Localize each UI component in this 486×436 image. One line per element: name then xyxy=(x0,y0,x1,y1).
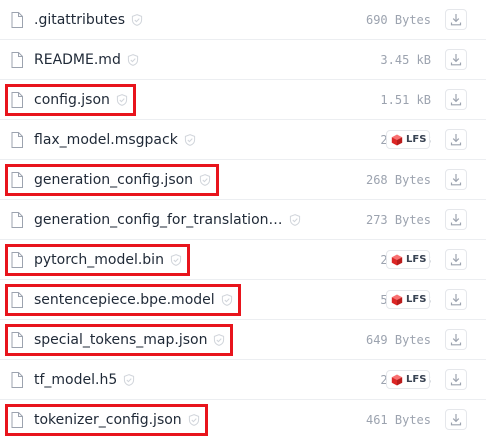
download-icon xyxy=(450,173,462,186)
file-row: flax_model.msgpack 2.44 GB LFS xyxy=(0,120,486,160)
download-button[interactable] xyxy=(445,89,467,110)
file-row: config.json 1.51 kB xyxy=(0,80,486,120)
file-icon xyxy=(11,92,23,108)
safe-check-icon xyxy=(123,374,135,386)
file-name-link[interactable]: tokenizer_config.json xyxy=(34,400,182,436)
download-icon xyxy=(450,93,462,106)
safe-check-icon xyxy=(221,294,233,306)
file-size: 649 Bytes xyxy=(365,333,431,347)
file-name-link[interactable]: tf_model.h5 xyxy=(34,360,117,400)
file-row: tf_model.h5 2.45 GB LFS xyxy=(0,360,486,400)
download-icon xyxy=(450,53,462,66)
file-size: 268 Bytes xyxy=(365,173,431,187)
lfs-cube-icon xyxy=(391,374,403,386)
lfs-badge[interactable]: LFS xyxy=(386,290,430,309)
download-icon xyxy=(450,293,462,306)
file-size: 690 Bytes xyxy=(365,13,431,27)
safe-check-icon xyxy=(199,174,211,186)
lfs-cube-icon xyxy=(391,254,403,266)
file-icon xyxy=(11,252,23,268)
file-name-link[interactable]: pytorch_model.bin xyxy=(34,240,164,280)
download-button[interactable] xyxy=(445,249,467,270)
file-row: pytorch_model.bin 2.44 GB LFS xyxy=(0,240,486,280)
download-button[interactable] xyxy=(445,409,467,430)
file-row: generation_config.json 268 Bytes xyxy=(0,160,486,200)
safe-check-icon xyxy=(184,134,196,146)
lfs-label: LFS xyxy=(406,134,427,145)
file-row: sentencepiece.bpe.model 5.07 MB LFS xyxy=(0,280,486,320)
download-button[interactable] xyxy=(445,209,467,230)
safe-check-icon xyxy=(170,254,182,266)
lfs-cube-icon xyxy=(391,134,403,146)
safe-check-icon xyxy=(188,414,200,426)
file-icon xyxy=(11,412,23,428)
file-size: 461 Bytes xyxy=(365,413,431,427)
file-icon xyxy=(11,132,23,148)
file-icon xyxy=(11,12,23,28)
lfs-label: LFS xyxy=(406,374,427,385)
file-icon xyxy=(11,52,23,68)
file-name-link[interactable]: special_tokens_map.json xyxy=(34,320,207,360)
file-name-link[interactable]: sentencepiece.bpe.model xyxy=(34,280,215,320)
file-row: tokenizer_config.json 461 Bytes xyxy=(0,400,486,436)
download-icon xyxy=(450,253,462,266)
file-name-link[interactable]: flax_model.msgpack xyxy=(34,120,178,160)
file-icon xyxy=(11,212,23,228)
download-button[interactable] xyxy=(445,9,467,30)
download-button[interactable] xyxy=(445,329,467,350)
file-icon xyxy=(11,172,23,188)
file-name-link[interactable]: generation_config.json xyxy=(34,160,193,200)
lfs-label: LFS xyxy=(406,254,427,265)
download-icon xyxy=(450,373,462,386)
download-button[interactable] xyxy=(445,369,467,390)
file-icon xyxy=(11,332,23,348)
lfs-label: LFS xyxy=(406,294,427,305)
file-name-link[interactable]: README.md xyxy=(34,40,121,80)
safe-check-icon xyxy=(127,54,139,66)
download-icon xyxy=(450,333,462,346)
safe-check-icon xyxy=(289,214,301,226)
file-icon xyxy=(11,372,23,388)
file-list: .gitattributes 690 Bytes README.md 3.45 … xyxy=(0,0,486,436)
safe-check-icon xyxy=(131,14,143,26)
download-button[interactable] xyxy=(445,49,467,70)
download-button[interactable] xyxy=(445,129,467,150)
file-size: 3.45 kB xyxy=(380,53,431,67)
file-row: special_tokens_map.json 649 Bytes xyxy=(0,320,486,360)
file-name-link[interactable]: .gitattributes xyxy=(34,0,125,40)
download-button[interactable] xyxy=(445,169,467,190)
file-size: 273 Bytes xyxy=(365,213,431,227)
safe-check-icon xyxy=(213,334,225,346)
file-icon xyxy=(11,292,23,308)
lfs-badge[interactable]: LFS xyxy=(386,370,430,389)
file-name-link[interactable]: generation_config_for_translation… xyxy=(34,200,283,240)
file-size: 1.51 kB xyxy=(380,93,431,107)
download-button[interactable] xyxy=(445,289,467,310)
safe-check-icon xyxy=(116,94,128,106)
lfs-badge[interactable]: LFS xyxy=(386,130,430,149)
file-row: README.md 3.45 kB xyxy=(0,40,486,80)
lfs-badge[interactable]: LFS xyxy=(386,250,430,269)
file-row: .gitattributes 690 Bytes xyxy=(0,0,486,40)
download-icon xyxy=(450,133,462,146)
lfs-cube-icon xyxy=(391,294,403,306)
download-icon xyxy=(450,413,462,426)
download-icon xyxy=(450,213,462,226)
file-name-link[interactable]: config.json xyxy=(34,80,110,120)
file-row: generation_config_for_translation… 273 B… xyxy=(0,200,486,240)
download-icon xyxy=(450,13,462,26)
